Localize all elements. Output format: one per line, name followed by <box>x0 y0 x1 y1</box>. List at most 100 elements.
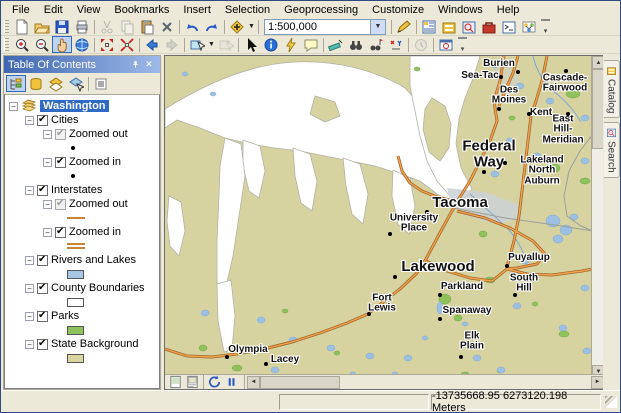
layer-cities[interactable]: Cities <box>5 113 159 127</box>
menu-file[interactable]: File <box>5 2 37 18</box>
select-features-dropdown-icon[interactable]: ▼ <box>207 41 216 48</box>
menu-help[interactable]: Help <box>490 2 527 18</box>
map-scale-combo[interactable]: 1:500,000 ▼ <box>264 19 386 35</box>
sublayer-interstates-zoomed-in[interactable]: Zoomed in <box>5 225 159 239</box>
layer-checkbox[interactable] <box>37 339 48 350</box>
collapse-icon[interactable] <box>25 256 34 265</box>
python-window-button[interactable] <box>499 18 519 35</box>
cut-button[interactable] <box>97 18 117 35</box>
editor-button[interactable] <box>394 18 414 35</box>
select-elements-button[interactable] <box>241 36 261 53</box>
sublayer-cities-zoomed-out[interactable]: Zoomed out <box>5 127 159 141</box>
find-button[interactable] <box>346 36 366 53</box>
sublayer-label[interactable]: Zoomed out <box>69 198 128 210</box>
new-document-button[interactable] <box>12 18 32 35</box>
fixed-zoom-in-button[interactable] <box>97 36 117 53</box>
menu-selection[interactable]: Selection <box>218 2 277 18</box>
layout-view-button[interactable] <box>184 375 201 389</box>
layer-label[interactable]: Interstates <box>51 184 102 196</box>
tab-search[interactable]: Search <box>604 122 620 178</box>
list-by-drawing-order-button[interactable] <box>6 75 26 92</box>
collapse-icon[interactable] <box>25 116 34 125</box>
layer-label[interactable]: Cities <box>51 114 79 126</box>
redo-button[interactable] <box>202 18 222 35</box>
layer-label[interactable]: Parks <box>51 310 79 322</box>
search-window-button[interactable] <box>459 18 479 35</box>
sublayer-checkbox[interactable] <box>55 129 66 140</box>
layer-rivers-lakes[interactable]: Rivers and Lakes <box>5 253 159 267</box>
collapse-icon[interactable] <box>43 158 52 167</box>
catalog-window-button[interactable] <box>439 18 459 35</box>
open-button[interactable] <box>32 18 52 35</box>
toolbar-overflow-icon[interactable]: ▾ <box>541 19 550 35</box>
viewer-window-button[interactable] <box>436 36 456 53</box>
sublayer-checkbox[interactable] <box>55 227 66 238</box>
menu-insert[interactable]: Insert <box>176 2 218 18</box>
collapse-icon[interactable] <box>25 340 34 349</box>
arctoolbox-button[interactable] <box>479 18 499 35</box>
list-by-visibility-button[interactable] <box>46 75 66 92</box>
toc-title-bar[interactable]: Table Of Contents ✕ <box>4 56 160 73</box>
find-route-button[interactable] <box>366 36 386 53</box>
zoom-in-button[interactable] <box>12 36 32 53</box>
sublayer-interstates-zoomed-out[interactable]: Zoomed out <box>5 197 159 211</box>
layer-label[interactable]: State Background <box>51 338 138 350</box>
add-data-button[interactable] <box>227 18 247 35</box>
save-button[interactable] <box>52 18 72 35</box>
pause-button[interactable] <box>223 375 240 389</box>
scroll-left-icon[interactable]: ◄ <box>247 376 260 389</box>
sublayer-label[interactable]: Zoomed in <box>69 226 121 238</box>
layer-label[interactable]: Rivers and Lakes <box>51 254 136 266</box>
sublayer-checkbox[interactable] <box>55 157 66 168</box>
full-extent-button[interactable] <box>72 36 92 53</box>
time-slider-button[interactable] <box>411 36 431 53</box>
copy-button[interactable] <box>117 18 137 35</box>
collapse-icon[interactable] <box>25 284 34 293</box>
pan-button[interactable] <box>52 36 72 53</box>
resize-grip[interactable] <box>605 396 617 408</box>
back-extent-button[interactable] <box>142 36 162 53</box>
hyperlink-button[interactable] <box>281 36 301 53</box>
toc-data-frame[interactable]: Washington <box>5 99 159 113</box>
collapse-icon[interactable] <box>43 130 52 139</box>
layer-checkbox[interactable] <box>37 311 48 322</box>
table-of-contents-button[interactable] <box>419 18 439 35</box>
refresh-button[interactable] <box>206 375 223 389</box>
collapse-icon[interactable] <box>25 186 34 195</box>
clear-selection-button[interactable] <box>216 36 236 53</box>
combo-dropdown-icon[interactable]: ▼ <box>370 20 385 34</box>
horizontal-scroll-thumb[interactable] <box>260 376 340 389</box>
menu-geoprocessing[interactable]: Geoprocessing <box>277 2 365 18</box>
identify-button[interactable] <box>261 36 281 53</box>
layer-checkbox[interactable] <box>37 185 48 196</box>
sublayer-label[interactable]: Zoomed in <box>69 156 121 168</box>
delete-button[interactable] <box>157 18 177 35</box>
toolbar-grip[interactable] <box>4 38 9 51</box>
layer-checkbox[interactable] <box>37 255 48 266</box>
model-builder-button[interactable] <box>519 18 539 35</box>
print-button[interactable] <box>72 18 92 35</box>
layer-checkbox[interactable] <box>37 283 48 294</box>
list-by-source-button[interactable] <box>26 75 46 92</box>
layer-parks[interactable]: Parks <box>5 309 159 323</box>
sublayer-cities-zoomed-in[interactable]: Zoomed in <box>5 155 159 169</box>
layer-interstates[interactable]: Interstates <box>5 183 159 197</box>
collapse-icon[interactable] <box>9 102 18 111</box>
pin-icon[interactable] <box>128 58 142 71</box>
layer-checkbox[interactable] <box>37 115 48 126</box>
collapse-icon[interactable] <box>43 200 52 209</box>
go-to-xy-button[interactable] <box>386 36 406 53</box>
menu-customize[interactable]: Customize <box>365 2 431 18</box>
layer-label[interactable]: County Boundaries <box>51 282 145 294</box>
data-view-button[interactable] <box>167 375 184 389</box>
html-popup-button[interactable] <box>301 36 321 53</box>
zoom-out-button[interactable] <box>32 36 52 53</box>
layer-county-boundaries[interactable]: County Boundaries <box>5 281 159 295</box>
select-features-button[interactable] <box>187 36 207 53</box>
menu-bookmarks[interactable]: Bookmarks <box>107 2 176 18</box>
undo-button[interactable] <box>182 18 202 35</box>
forward-extent-button[interactable] <box>162 36 182 53</box>
collapse-icon[interactable] <box>25 312 34 321</box>
paste-button[interactable] <box>137 18 157 35</box>
layer-state-background[interactable]: State Background <box>5 337 159 351</box>
